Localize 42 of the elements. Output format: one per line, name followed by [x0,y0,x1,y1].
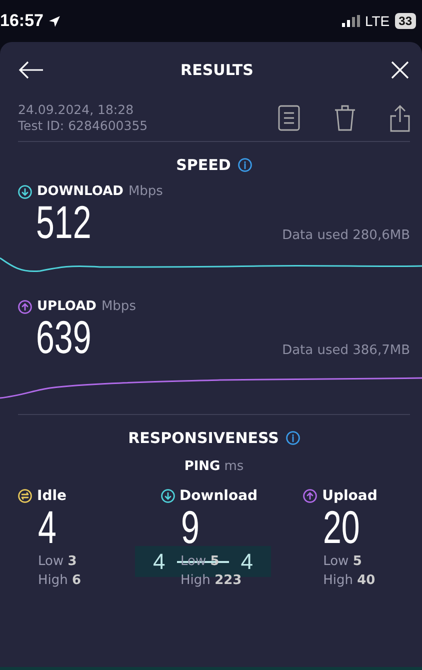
ping-low: Low 3 [38,554,77,569]
speed-label: UPLOAD [37,299,96,314]
ping-low: Low 5 [323,554,362,569]
speed-label: DOWNLOAD [37,184,124,199]
info-icon [286,431,300,445]
download-icon [18,184,32,198]
section-title: RESPONSIVENESS [128,429,279,447]
signal-icon [342,15,360,27]
ping-high: High 40 [323,573,376,588]
speed-value: 512 [36,199,92,245]
test-id: Test ID: 6284600355 [18,118,148,133]
speed-unit: Mbps [101,299,136,314]
section-title: SPEED [176,156,231,174]
upload-icon [18,300,32,314]
ping-high: High 223 [180,573,242,588]
ping-label: Download [180,488,258,504]
info-icon [238,158,252,172]
status-time: 16:57 [0,11,44,31]
battery-level: 33 [394,13,416,29]
close-button[interactable] [390,60,410,80]
test-date: 24.09.2024, 18:28 [18,102,135,117]
network-type: LTE [365,13,390,29]
ping-value: 20 [323,504,360,550]
speed-unit: Mbps [128,184,163,199]
page-title: RESULTS [180,61,254,79]
ping-unit: ms [224,459,244,474]
ping-label: Upload [322,488,378,504]
data-used: Data used 386,7MB [282,343,410,358]
ping-label: PING [184,459,220,474]
location-icon [48,14,62,28]
overlay-value: 4 [153,548,166,574]
trash-icon[interactable] [334,104,356,130]
ping-high: High 6 [38,573,82,588]
ping-value: 9 [180,504,199,550]
share-icon[interactable] [390,104,410,132]
ping-label: Idle [37,488,67,504]
data-used: Data used 280,6MB [282,228,410,243]
back-button[interactable] [18,60,44,80]
speed-value: 639 [36,314,92,360]
overlay-value: 4 [240,548,253,574]
document-icon[interactable] [278,104,300,130]
ping-value: 4 [38,504,56,550]
